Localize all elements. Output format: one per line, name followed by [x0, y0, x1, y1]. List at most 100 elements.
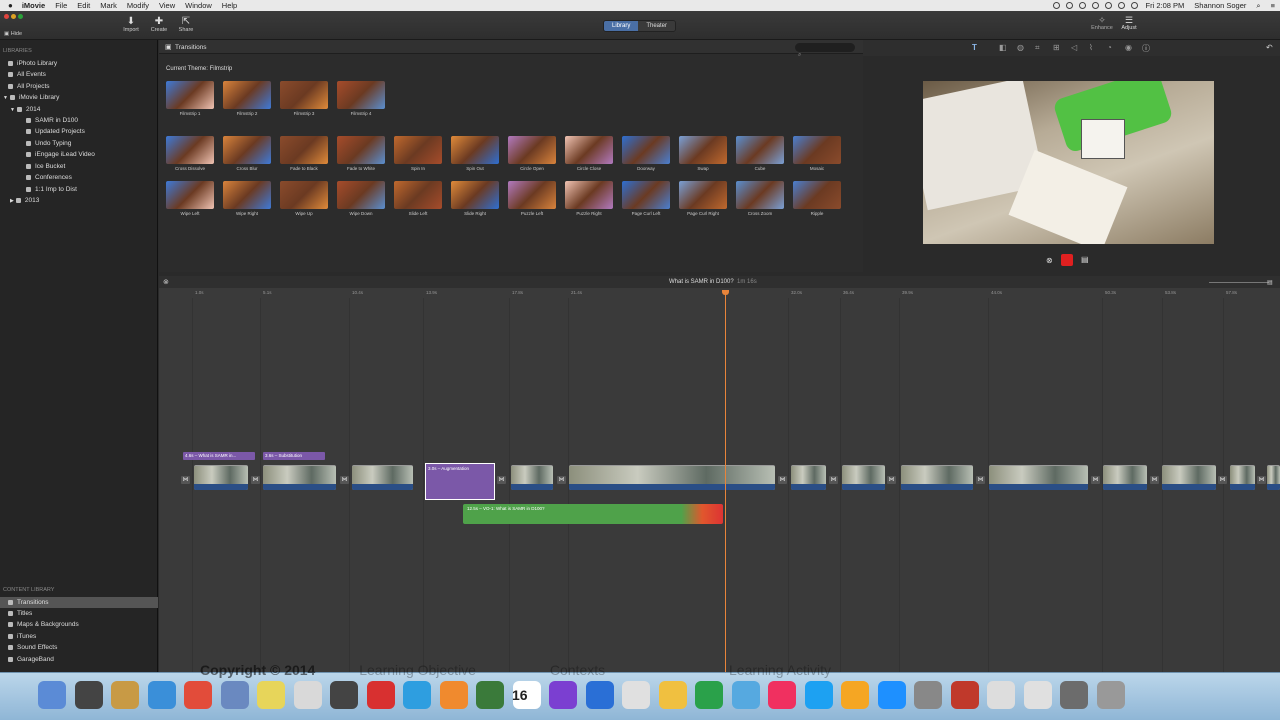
- search-field[interactable]: ⌕: [795, 43, 855, 58]
- transition-thumbnail[interactable]: [565, 181, 613, 209]
- color-correction-icon[interactable]: ◍: [1017, 43, 1024, 52]
- clip-filter-icon[interactable]: ◉: [1125, 43, 1132, 52]
- dock-app-icon[interactable]: [658, 681, 687, 709]
- stabilization-icon[interactable]: ⊞: [1053, 43, 1060, 52]
- dock-app-icon[interactable]: [439, 681, 468, 709]
- transition-marker-icon[interactable]: ⋈: [1150, 476, 1159, 484]
- video-clip[interactable]: [842, 465, 885, 490]
- user-name[interactable]: Shannon Soger: [1189, 1, 1251, 10]
- dock-app-icon[interactable]: [220, 681, 249, 709]
- video-clip[interactable]: [1230, 465, 1255, 490]
- menu-modify[interactable]: Modify: [122, 1, 154, 10]
- dock-app-icon[interactable]: [1023, 681, 1052, 709]
- menu-help[interactable]: Help: [217, 1, 242, 10]
- color-balance-icon[interactable]: ◧: [999, 43, 1007, 52]
- video-clip[interactable]: [989, 465, 1088, 490]
- volume-icon[interactable]: [1117, 2, 1125, 9]
- dock-app-icon[interactable]: [330, 681, 358, 709]
- transition-thumbnail[interactable]: [337, 81, 385, 109]
- dock-app-icon[interactable]: [366, 681, 395, 709]
- transition-thumbnail[interactable]: [166, 81, 214, 109]
- settings-icon[interactable]: ▤: [1267, 279, 1273, 286]
- transition-marker-icon[interactable]: ⋈: [887, 476, 896, 484]
- video-clip[interactable]: [1162, 465, 1216, 490]
- transition-thumbnail[interactable]: [280, 136, 328, 164]
- transition-thumbnail[interactable]: [793, 181, 841, 209]
- dock-app-icon[interactable]: [184, 681, 212, 709]
- video-clip[interactable]: [901, 465, 973, 490]
- video-clip[interactable]: [352, 465, 413, 490]
- sidebar-item-all-events[interactable]: All Events: [8, 71, 46, 78]
- transition-thumbnail[interactable]: [622, 181, 670, 209]
- transition-thumbnail[interactable]: [793, 136, 841, 164]
- transition-thumbnail[interactable]: [223, 136, 271, 164]
- video-clip[interactable]: [511, 465, 553, 490]
- video-clip[interactable]: [194, 465, 248, 490]
- menu-mark[interactable]: Mark: [95, 1, 122, 10]
- transition-thumbnail[interactable]: [565, 136, 613, 164]
- transition-thumbnail[interactable]: [736, 136, 784, 164]
- transition-thumbnail[interactable]: [280, 181, 328, 209]
- wifi-icon[interactable]: [1104, 2, 1112, 9]
- dock-app-icon[interactable]: [1096, 681, 1125, 709]
- transition-thumbnail[interactable]: [679, 136, 727, 164]
- transition-thumbnail[interactable]: [166, 136, 214, 164]
- dock-app-icon[interactable]: [293, 681, 322, 709]
- close-project-icon[interactable]: ⊗: [163, 278, 169, 286]
- transition-thumbnail[interactable]: [508, 181, 556, 209]
- theater-tab[interactable]: Theater: [638, 21, 676, 31]
- transition-thumbnail[interactable]: [280, 81, 328, 109]
- transition-thumbnail[interactable]: [337, 136, 385, 164]
- title-clip[interactable]: 3.0s – Augmentation: [425, 463, 495, 500]
- dock-app-icon[interactable]: [695, 681, 723, 709]
- info-icon[interactable]: ⓘ: [1142, 43, 1150, 54]
- playhead[interactable]: [725, 290, 726, 672]
- transition-marker-icon[interactable]: ⋈: [340, 476, 349, 484]
- sidebar-item-maps[interactable]: Maps & Backgrounds: [8, 621, 79, 628]
- volume-tool-icon[interactable]: ◁: [1071, 43, 1077, 52]
- transition-thumbnail[interactable]: [451, 136, 499, 164]
- list-icon[interactable]: ≡: [1266, 1, 1280, 10]
- noise-reduction-icon[interactable]: ⌇: [1089, 43, 1093, 52]
- sidebar-item-2014[interactable]: ▼ 2014: [10, 106, 40, 113]
- zoom-window-icon[interactable]: [18, 14, 23, 19]
- transition-marker-icon[interactable]: ⋈: [1218, 476, 1227, 484]
- dock-app-icon[interactable]: [549, 681, 577, 709]
- transition-marker-icon[interactable]: ⋈: [497, 476, 506, 484]
- sidebar-item-samr[interactable]: SAMR in D100: [26, 117, 78, 124]
- voiceover-options-icon[interactable]: ▤: [1081, 255, 1089, 264]
- dock-app-icon[interactable]: [804, 681, 833, 709]
- import-button[interactable]: ⬇ Import: [119, 16, 143, 33]
- dock-app-icon[interactable]: [877, 681, 906, 709]
- video-clip[interactable]: [1267, 465, 1280, 490]
- sidebar-item-titles[interactable]: Titles: [8, 610, 32, 617]
- apple-menu-icon[interactable]: ●: [0, 1, 17, 10]
- menu-app[interactable]: iMovie: [17, 1, 50, 10]
- menu-file[interactable]: File: [50, 1, 72, 10]
- sidebar-item-iengage[interactable]: iEngage iLead Video: [26, 151, 95, 158]
- transition-thumbnail[interactable]: [736, 181, 784, 209]
- transition-marker-icon[interactable]: ⋈: [778, 476, 787, 484]
- menu-window[interactable]: Window: [180, 1, 217, 10]
- video-clip[interactable]: [569, 465, 775, 490]
- create-button[interactable]: ✚ Create: [147, 16, 171, 33]
- hide-button[interactable]: ▣ Hide: [4, 31, 22, 37]
- dock-app-icon[interactable]: [1060, 681, 1088, 709]
- dock-app-icon[interactable]: [74, 681, 103, 709]
- dock-app-icon[interactable]: [403, 681, 431, 709]
- title-tag[interactable]: 3.6s – Substitution: [263, 452, 325, 460]
- video-clip[interactable]: [791, 465, 826, 490]
- menu-view[interactable]: View: [154, 1, 180, 10]
- transition-thumbnail[interactable]: [337, 181, 385, 209]
- library-tab[interactable]: Library: [604, 21, 639, 31]
- transition-thumbnail[interactable]: [451, 181, 499, 209]
- cancel-icon[interactable]: ⊗: [1046, 256, 1053, 265]
- transition-thumbnail[interactable]: [394, 136, 442, 164]
- dock-app-icon[interactable]: [622, 681, 650, 709]
- transition-marker-icon[interactable]: ⋈: [251, 476, 260, 484]
- record-button[interactable]: [1061, 254, 1073, 266]
- transition-thumbnail[interactable]: [223, 181, 271, 209]
- sidebar-item-ice-bucket[interactable]: Ice Bucket: [26, 163, 65, 170]
- dock-app-icon[interactable]: [585, 681, 614, 709]
- voiceover-clip[interactable]: 12.5s – VO-1: What is SAMR in D100?: [463, 504, 723, 524]
